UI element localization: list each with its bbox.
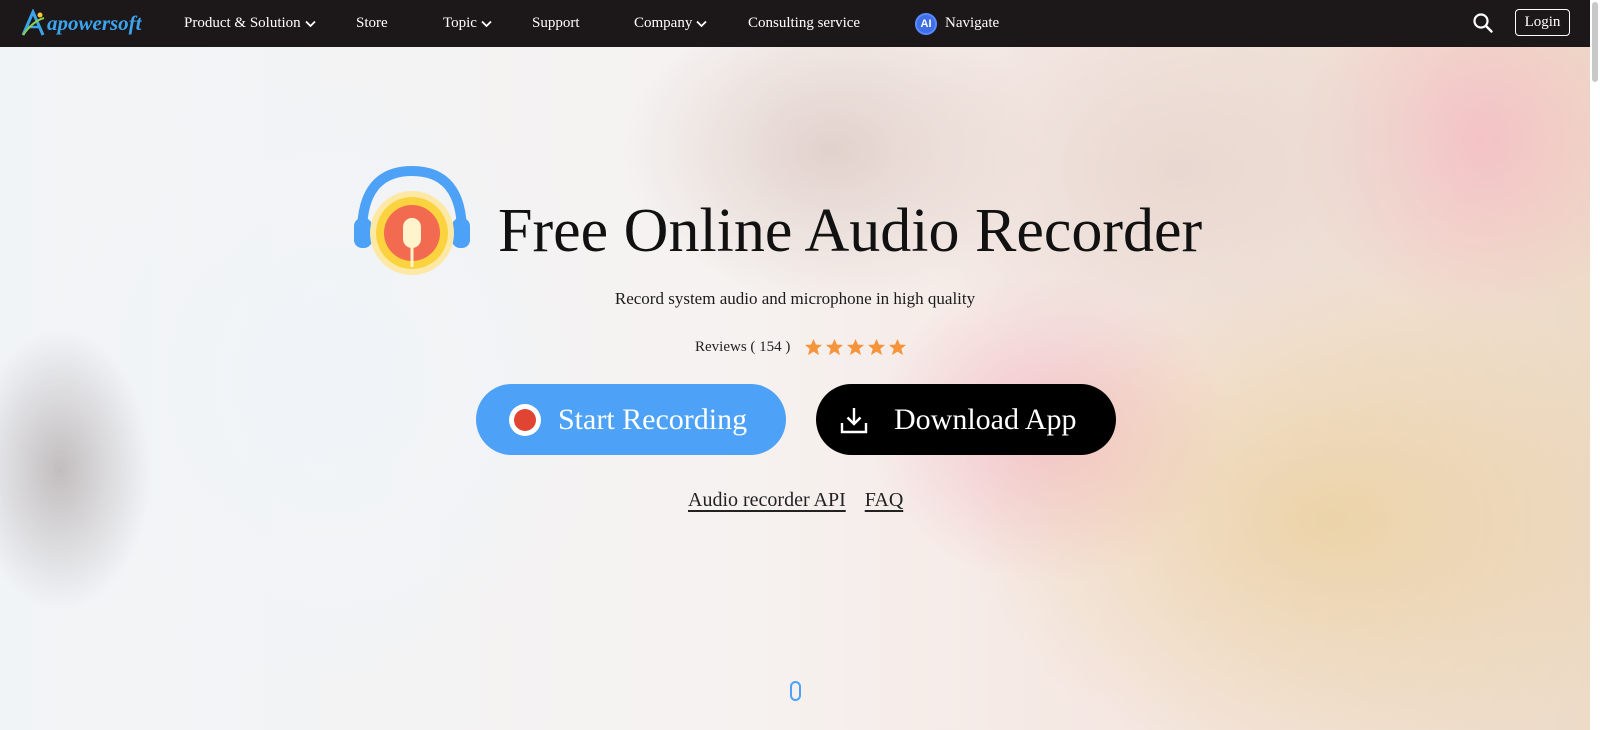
nav-label: Product & Solution [184,15,301,31]
faq-link[interactable]: FAQ [865,489,904,512]
nav-store[interactable]: Store [356,0,388,47]
chevron-down-icon [481,20,492,27]
start-recording-button[interactable]: Start Recording [476,384,786,455]
star-icon [889,338,907,356]
star-icon [826,338,844,356]
login-button[interactable]: Login [1515,9,1570,36]
hero-subtitle: Record system audio and microphone in hi… [614,289,976,308]
nav-support[interactable]: Support [532,0,580,47]
chevron-down-icon [696,20,707,27]
nav-label: Navigate [945,15,1000,31]
logo-text: apowersoft [47,10,142,35]
start-recording-label: Start Recording [558,402,748,436]
page-scrollbar[interactable] [1590,0,1600,730]
scrollbar-thumb[interactable] [1592,2,1598,82]
reviews-rating[interactable]: Reviews ( 154 ) [695,338,907,357]
star-icon [847,338,865,356]
audio-recorder-api-link[interactable]: Audio recorder API [688,489,846,512]
star-icon [805,338,823,356]
nav-label: Topic [443,15,477,31]
nav-product-solution[interactable]: Product & Solution [184,0,316,47]
download-icon [840,407,868,433]
record-icon [509,403,541,436]
page-title: Free Online Audio Recorder [498,197,1203,265]
hero-overlay [0,0,1600,730]
nav-topic[interactable]: Topic [443,0,492,47]
download-app-button[interactable]: Download App [816,384,1116,455]
nav-company[interactable]: Company [634,0,707,47]
nav-label: Consulting service [748,15,861,31]
hero-links: Audio recorder API FAQ [688,489,903,512]
search-icon[interactable] [1472,12,1494,34]
nav-label: Company [634,15,693,31]
audio-recorder-app-icon [354,165,470,275]
nav-navigate[interactable]: AI Navigate [915,0,999,47]
star-icon [868,338,886,356]
star-rating [804,338,907,357]
logo-icon [21,9,45,36]
nav-label: Support [532,15,580,31]
scroll-down-indicator[interactable] [790,681,801,701]
reviews-label: Reviews ( 154 ) [695,339,791,355]
chevron-down-icon [305,20,316,27]
download-app-label: Download App [894,402,1077,436]
ai-badge-icon: AI [915,12,937,35]
nav-consulting-service[interactable]: Consulting service [748,0,860,47]
nav-label: Store [356,15,388,31]
top-navigation: apowersoft Product & Solution Store Topi… [0,0,1590,47]
apowersoft-logo[interactable]: apowersoft [20,6,142,40]
